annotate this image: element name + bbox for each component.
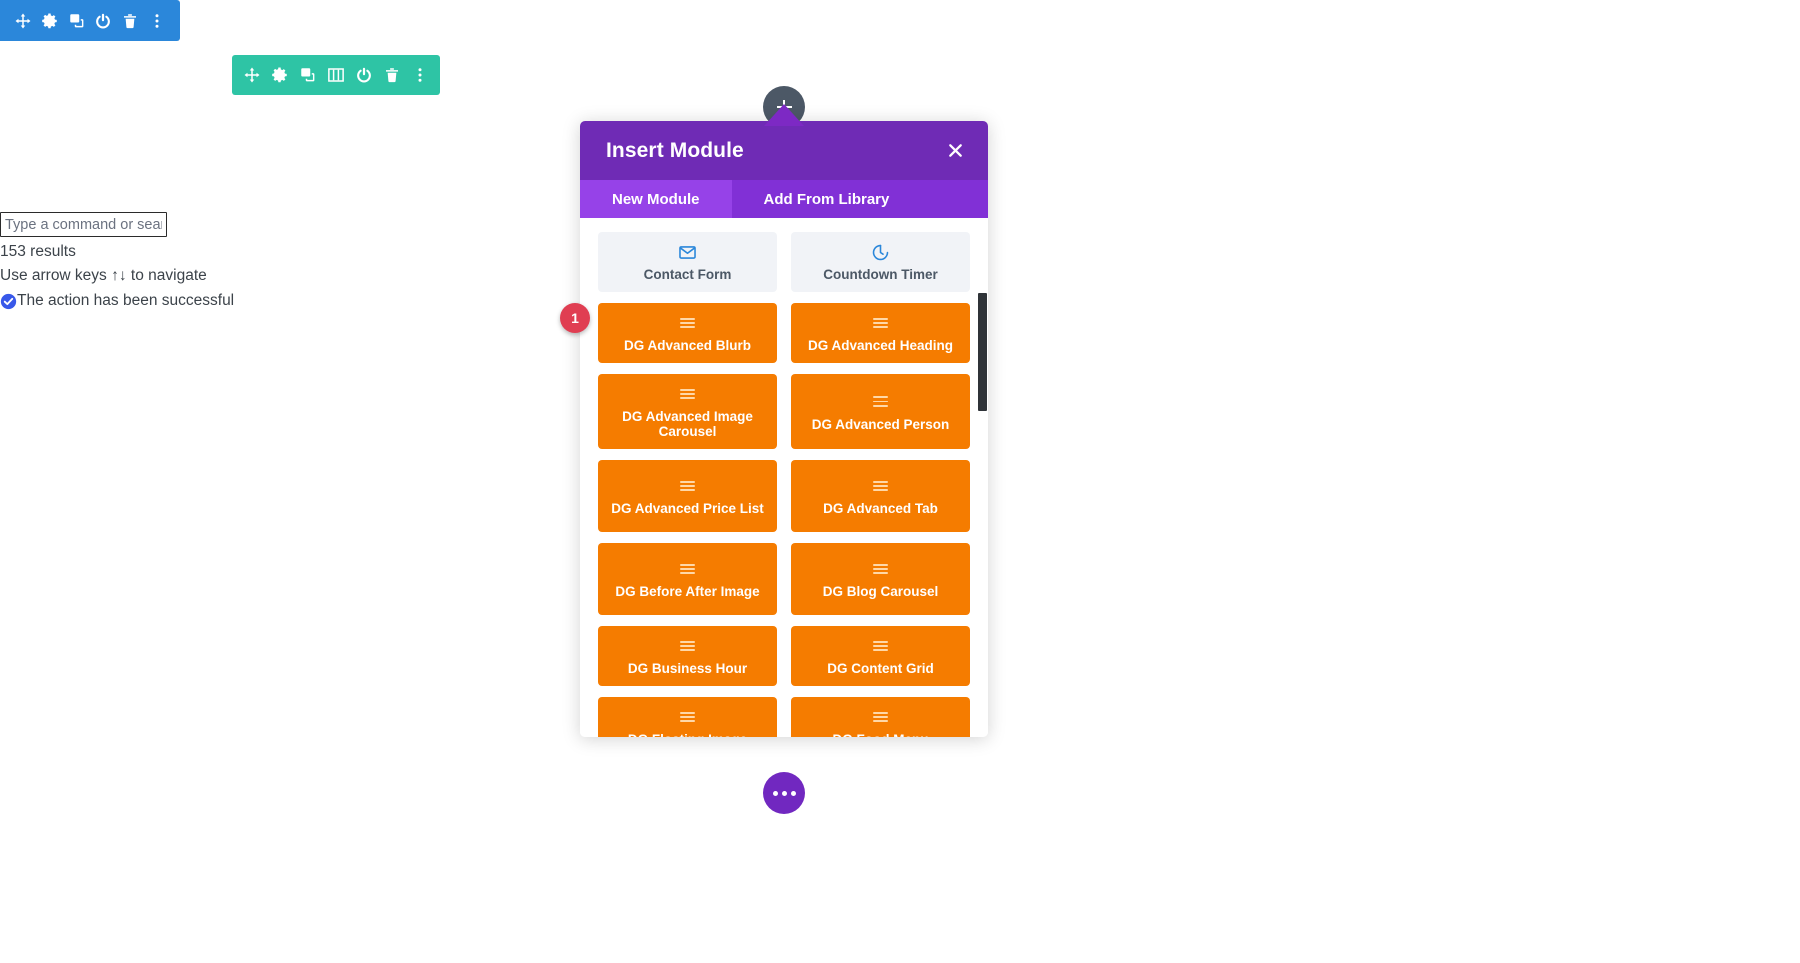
module-card-dg-advanced-tab[interactable]: DG Advanced Tab (791, 460, 970, 532)
module-card-label: Contact Form (643, 267, 732, 282)
page-settings-button[interactable] (763, 772, 805, 814)
modal-header: Insert Module (580, 121, 988, 180)
delete-trash-icon[interactable] (121, 12, 139, 30)
duplicate-icon[interactable] (68, 12, 86, 30)
module-card-dg-advanced-image-carousel[interactable]: DG Advanced Image Carousel (598, 374, 777, 449)
hamburger-icon (680, 384, 695, 404)
module-card-dg-food-menu[interactable]: DG Food Menu (791, 697, 970, 737)
module-toolbar[interactable] (0, 0, 180, 41)
module-card-label: DG Advanced Heading (807, 338, 954, 353)
clock-icon (871, 242, 890, 262)
tab-add-from-library[interactable]: Add From Library (732, 180, 922, 218)
envelope-icon (678, 242, 697, 262)
module-card-label: DG Food Menu (833, 732, 929, 737)
module-card-dg-advanced-person[interactable]: DG Advanced Person (791, 374, 970, 449)
module-card-label: DG Advanced Blurb (623, 338, 752, 353)
power-toggle-icon[interactable] (94, 12, 112, 30)
status-message-text: The action has been successful (17, 292, 235, 309)
module-card-label: DG Advanced Price List (611, 501, 764, 516)
module-card-dg-advanced-blurb[interactable]: DG Advanced Blurb (598, 303, 777, 363)
hamburger-icon (680, 559, 695, 579)
module-card-dg-advanced-heading[interactable]: DG Advanced Heading (791, 303, 970, 363)
settings-gear-icon[interactable] (271, 66, 289, 84)
hamburger-icon (680, 707, 695, 727)
close-icon[interactable] (942, 138, 968, 164)
module-card-label: Countdown Timer (823, 267, 938, 282)
module-card-dg-advanced-price-list[interactable]: DG Advanced Price List (598, 460, 777, 532)
modal-title: Insert Module (606, 138, 744, 162)
module-card-label: DG Advanced Image Carousel (622, 409, 753, 439)
hamburger-icon (680, 476, 695, 496)
dots-icon-3 (790, 790, 796, 796)
hamburger-icon (680, 636, 695, 656)
hamburger-icon (680, 313, 695, 333)
hamburger-icon (873, 313, 888, 333)
module-card-label: DG Advanced Tab (823, 501, 938, 516)
modal-body: Contact Form Countdown Timer DG Advanced B… (580, 218, 988, 737)
dots-icon-2 (781, 790, 787, 796)
hamburger-icon (873, 476, 888, 496)
settings-gear-icon[interactable] (41, 12, 59, 30)
module-card-countdown-timer[interactable]: Countdown Timer (791, 232, 970, 292)
hamburger-icon (873, 707, 888, 727)
module-card-dg-floating-image[interactable]: DG Floating Image (598, 697, 777, 737)
results-count: 153 results (0, 243, 76, 260)
step-badge-1: 1 (560, 303, 590, 333)
status-message-row: The action has been successful (0, 289, 420, 313)
more-options-icon[interactable] (148, 12, 166, 30)
modal-scrollbar[interactable] (978, 293, 987, 737)
module-card-dg-content-grid[interactable]: DG Content Grid (791, 626, 970, 686)
module-card-label: DG Blog Carousel (822, 584, 939, 599)
module-card-dg-blog-carousel[interactable]: DG Blog Carousel (791, 543, 970, 615)
keyboard-nav-hint: Use arrow keys ↑↓ to navigate (0, 267, 207, 284)
move-icon[interactable] (14, 12, 32, 30)
check-circle-icon (0, 293, 17, 310)
command-palette: 153 results Use arrow keys ↑↓ to navigat… (0, 212, 420, 313)
module-card-label: DG Content Grid (827, 661, 934, 676)
modal-pointer-notch (764, 104, 804, 126)
module-card-label: DG Business Hour (627, 661, 748, 676)
more-options-icon[interactable] (411, 66, 429, 84)
tab-new-module[interactable]: New Module (580, 180, 732, 218)
delete-trash-icon[interactable] (383, 66, 401, 84)
module-grid: Contact Form Countdown Timer DG Advanced B… (598, 232, 970, 737)
modal-scrollbar-thumb[interactable] (978, 293, 987, 411)
move-icon[interactable] (243, 66, 261, 84)
power-toggle-icon[interactable] (355, 66, 373, 84)
module-card-dg-business-hour[interactable]: DG Business Hour (598, 626, 777, 686)
insert-module-modal: Insert Module New Module Add From Library… (580, 121, 988, 737)
module-card-label: DG Before After Image (615, 584, 760, 599)
module-card-label: DG Advanced Person (811, 416, 950, 432)
module-card-label: DG Floating Image (628, 732, 747, 737)
hamburger-icon (873, 392, 888, 412)
hamburger-icon (873, 636, 888, 656)
column-structure-icon[interactable] (327, 66, 345, 84)
modal-tabs: New Module Add From Library (580, 180, 988, 218)
row-toolbar[interactable] (232, 55, 440, 95)
module-card-dg-before-after-image[interactable]: DG Before After Image (598, 543, 777, 615)
builder-canvas: 153 results Use arrow keys ↑↓ to navigat… (0, 0, 1800, 963)
module-card-contact-form[interactable]: Contact Form (598, 232, 777, 292)
duplicate-icon[interactable] (299, 66, 317, 84)
search-input[interactable] (0, 212, 167, 237)
dots-icon-1 (772, 790, 778, 796)
hamburger-icon (873, 559, 888, 579)
